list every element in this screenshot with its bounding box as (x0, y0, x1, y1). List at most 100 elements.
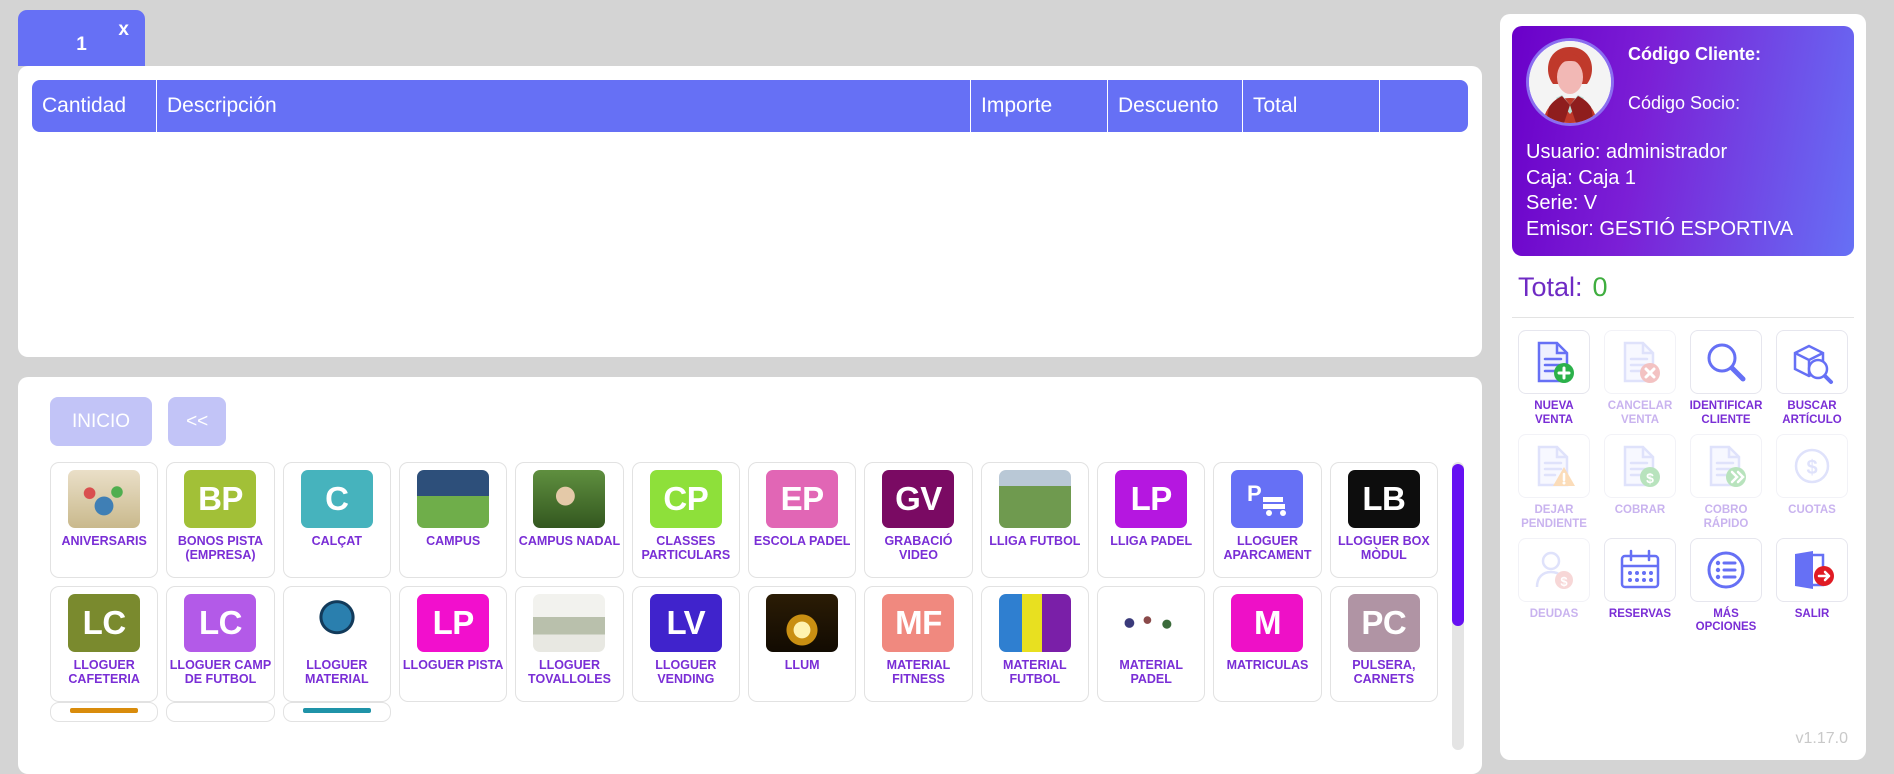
products-nav: INICIO << (32, 397, 1468, 446)
product-tile[interactable]: LP LLIGA PADEL (1097, 462, 1206, 578)
action-label: DEJAR PENDIENTE (1521, 503, 1587, 530)
action-label: DEUDAS (1529, 607, 1579, 620)
dollar-circle-icon: $ (1776, 433, 1848, 498)
user-meta: Usuario: administrador Caja: Caja 1 Seri… (1526, 140, 1840, 242)
action-buttons-grid: NUEVA VENTA CANCELAR VENTA IDENTIFICAR CLI… (1512, 318, 1854, 635)
product-tile[interactable]: CP CLASSES PARTICULARS (631, 462, 740, 578)
product-tile-label: BONOS PISTA (EMPRESA) (177, 534, 264, 563)
product-tile[interactable]: LC LLOGUER CAFETERIA (50, 586, 159, 702)
product-tile[interactable]: ANIVERSARIS (50, 462, 159, 578)
action-cancelar-venta: CANCELAR VENTA (1600, 330, 1680, 428)
product-tile[interactable]: CAMPUS NADAL (515, 462, 624, 578)
padel-racket-photo (300, 594, 373, 652)
column-header-descripcion[interactable]: Descripción (157, 80, 971, 132)
products-scrollbar-thumb[interactable] (1452, 464, 1464, 626)
exit-door-icon (1776, 537, 1848, 602)
product-initials-badge: BP (184, 470, 257, 528)
document-fast-icon (1690, 433, 1762, 498)
product-tile[interactable]: LB LLOGUER BOX MÒDUL (1329, 462, 1438, 578)
column-header-descuento[interactable]: Descuento (1108, 80, 1243, 132)
products-grid: ANIVERSARIS BP BONOS PISTA (EMPRESA) C CALÇA… (50, 462, 1438, 702)
product-tile-label: CAMPUS (426, 534, 481, 548)
usuario-line: Usuario: administrador (1526, 141, 1728, 163)
tab-label: 1 (76, 34, 87, 55)
product-tile[interactable]: MATERIAL FUTBOL (980, 586, 1089, 702)
lightbulb-photo (766, 594, 839, 652)
product-tile[interactable]: M MATRICULAS (1213, 586, 1322, 702)
avatar (1526, 38, 1614, 126)
user-top: Código Cliente: Código Socio: (1526, 38, 1840, 126)
product-tile[interactable]: LLOGUER MATERIAL (282, 586, 391, 702)
action-salir[interactable]: SALIR (1772, 537, 1852, 636)
column-header-actions (1380, 80, 1468, 132)
product-tile-label: ESCOLA PADEL (753, 534, 851, 548)
codigo-socio-label: Código Socio: (1628, 93, 1741, 113)
avatar-illustration (1529, 41, 1611, 123)
products-grid-partial-row (50, 702, 1438, 722)
action-label: RESERVAS (1608, 607, 1672, 620)
action-m-s-opciones[interactable]: MÁS OPCIONES (1686, 537, 1766, 636)
ticket-table-header: Cantidad Descripción Importe Descuento T… (32, 80, 1468, 132)
product-tile-label: MATRICULAS (1226, 658, 1309, 672)
back-button[interactable]: << (168, 397, 227, 446)
products-scrollbar[interactable] (1452, 462, 1464, 750)
product-tile[interactable]: LLIGA FUTBOL (980, 462, 1089, 578)
right-column: Código Cliente: Código Socio: Usuario: a… (1500, 0, 1880, 774)
product-tile[interactable]: MF MATERIAL FITNESS (864, 586, 973, 702)
campus-photo (417, 470, 490, 528)
product-tile-label: LLOGUER TOVALLOLES (528, 658, 611, 687)
user-codes: Código Cliente: Código Socio: (1628, 38, 1761, 114)
right-panel: Código Cliente: Código Socio: Usuario: a… (1500, 14, 1866, 760)
products-panel: INICIO << ANIVERSARIS BP BONOS PISTA (EMPR… (18, 377, 1482, 774)
product-tile[interactable] (166, 702, 275, 722)
product-initials-badge: LC (68, 594, 141, 652)
product-tile[interactable]: LP LLOGUER PISTA (399, 586, 508, 702)
product-tile[interactable]: MATERIAL PADEL (1097, 586, 1206, 702)
tab-strip: x 1 (0, 0, 1500, 66)
product-tile-label: LLOGUER CAMP DE FUTBOL (169, 658, 272, 687)
column-header-importe[interactable]: Importe (971, 80, 1108, 132)
child-ball-photo (533, 470, 606, 528)
product-tile[interactable]: LLUM (748, 586, 857, 702)
action-reservas[interactable]: RESERVAS (1600, 537, 1680, 636)
product-initials-badge: M (1231, 594, 1304, 652)
product-tile[interactable]: EP ESCOLA PADEL (748, 462, 857, 578)
product-tile[interactable]: LC LLOGUER CAMP DE FUTBOL (166, 586, 275, 702)
box-search-icon (1776, 330, 1848, 395)
product-tile-label: ANIVERSARIS (61, 534, 147, 548)
action-label: CANCELAR VENTA (1607, 400, 1673, 427)
towels-photo (533, 594, 606, 652)
svg-text:$: $ (1646, 470, 1654, 486)
serie-line: Serie: V (1526, 192, 1598, 215)
svg-text:$: $ (1560, 574, 1568, 589)
product-tile[interactable]: LV LLOGUER VENDING (631, 586, 740, 702)
product-tile[interactable]: P LLOGUER APARCAMENT (1213, 462, 1322, 578)
parking-icon: P (1231, 470, 1304, 528)
document-cancel-icon (1604, 330, 1676, 395)
product-tile-label: CLASSES PARTICULARS (641, 534, 731, 563)
ticket-tab-1[interactable]: x 1 (18, 10, 145, 66)
inicio-button[interactable]: INICIO (50, 397, 153, 446)
action-label: COBRAR (1614, 503, 1666, 516)
product-tile[interactable]: LLOGUER TOVALLOLES (515, 586, 624, 702)
column-header-cantidad[interactable]: Cantidad (32, 80, 157, 132)
product-tile-label: LLOGUER VENDING (655, 658, 717, 687)
product-tile-label: LLOGUER CAFETERIA (68, 658, 140, 687)
product-tile[interactable] (282, 702, 391, 722)
action-buscar-art-culo[interactable]: BUSCAR ARTÍCULO (1772, 330, 1852, 428)
product-tile-label: LLOGUER BOX MÒDUL (1337, 534, 1430, 563)
product-tile[interactable] (50, 702, 159, 722)
column-header-total[interactable]: Total (1243, 80, 1380, 132)
action-label: BUSCAR ARTÍCULO (1782, 400, 1842, 427)
product-tile[interactable]: BP BONOS PISTA (EMPRESA) (166, 462, 275, 578)
product-tile[interactable]: C CALÇAT (282, 462, 391, 578)
action-identificar-cliente[interactable]: IDENTIFICAR CLIENTE (1686, 330, 1766, 428)
product-initials-badge: MF (882, 594, 955, 652)
product-tile[interactable]: GV GRABACIÓ VIDEO (864, 462, 973, 578)
product-tile[interactable]: PC PULSERA, CARNETS (1329, 586, 1438, 702)
action-label: MÁS OPCIONES (1695, 607, 1757, 634)
product-tile[interactable]: CAMPUS (399, 462, 508, 578)
action-cobrar: $ COBRAR (1600, 433, 1680, 532)
jerseys-photo (998, 594, 1071, 652)
action-nueva-venta[interactable]: NUEVA VENTA (1514, 330, 1594, 428)
